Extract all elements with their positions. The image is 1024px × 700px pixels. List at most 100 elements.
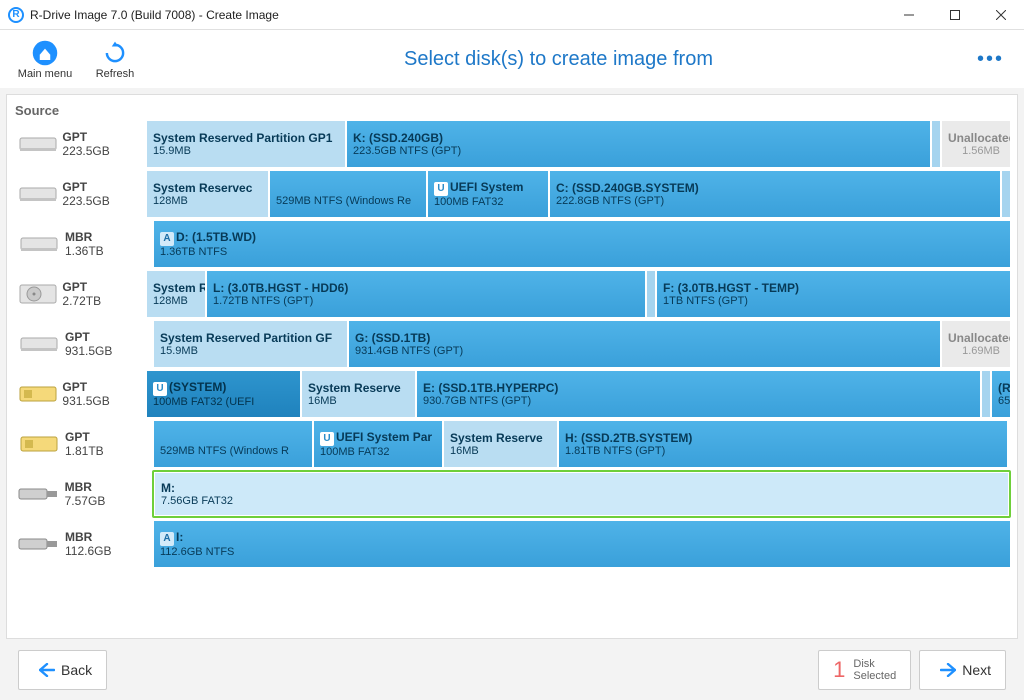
partition[interactable]: 529MB NTFS (Windows R <box>153 420 313 468</box>
partition[interactable]: System Reser128MB <box>146 270 206 318</box>
partition[interactable]: UUEFI System Par100MB FAT32 <box>313 420 443 468</box>
disk-row[interactable]: MBR112.6GBAI:112.6GB NTFS <box>13 520 1011 568</box>
disk-icon <box>13 520 65 568</box>
back-label: Back <box>61 662 92 678</box>
toolbar: Main menu Refresh Select disk(s) to crea… <box>0 30 1024 88</box>
partition[interactable]: G: (SSD.1TB)931.4GB NTFS (GPT) <box>348 320 941 368</box>
disk-meta: MBR7.57GB <box>65 470 152 518</box>
partition[interactable]: L: (3.0TB.HGST - HDD6)1.72TB NTFS (GPT) <box>206 270 646 318</box>
partition-badge: A <box>160 532 174 546</box>
disk-icon <box>13 370 62 418</box>
partition-gap <box>646 270 656 318</box>
partition-title: System Reserve <box>308 381 409 395</box>
arrow-right-icon <box>940 663 956 677</box>
partition-title: System Reservec <box>153 181 262 195</box>
partition-strip: System Reservec128MB 529MB NTFS (Windows… <box>146 170 1011 218</box>
disk-size: 2.72TB <box>62 294 146 308</box>
partition[interactable]: Unallocated1.69MB <box>941 320 1011 368</box>
partition[interactable]: System Reserved Partition GF15.9MB <box>153 320 348 368</box>
selected-l1: Disk <box>853 658 874 670</box>
partition-title: M: <box>161 481 1002 495</box>
partition-strip: System Reser128MBL: (3.0TB.HGST - HDD6)1… <box>146 270 1011 318</box>
partition-subtitle: 100MB FAT32 (UEFI <box>153 396 294 408</box>
partition-subtitle: 16MB <box>450 445 551 457</box>
partition-subtitle: 931.4GB NTFS (GPT) <box>355 345 934 357</box>
partition[interactable]: System Reserved Partition GP115.9MB <box>146 120 346 168</box>
partition-gap <box>931 120 941 168</box>
partition[interactable]: (Recovery)650MB NTFS (Windows <box>991 370 1011 418</box>
disk-size: 7.57GB <box>65 494 152 508</box>
disk-scheme: MBR <box>65 230 153 244</box>
disk-meta: GPT223.5GB <box>62 170 146 218</box>
partition[interactable]: AD: (1.5TB.WD)1.36TB NTFS <box>153 220 1011 268</box>
partition[interactable]: System Reserve16MB <box>443 420 558 468</box>
main-menu-button[interactable]: Main menu <box>10 39 80 80</box>
minimize-button[interactable] <box>886 0 932 30</box>
partition[interactable]: System Reservec128MB <box>146 170 269 218</box>
partition[interactable]: F: (3.0TB.HGST - TEMP)1TB NTFS (GPT) <box>656 270 1011 318</box>
partition-title: U(SYSTEM) <box>153 380 294 396</box>
partition-title: G: (SSD.1TB) <box>355 331 934 345</box>
footer: Back 1 Disk Selected Next <box>0 645 1024 695</box>
partition-title: UUEFI System <box>434 180 542 196</box>
partition-strip: AI:112.6GB NTFS <box>153 520 1011 568</box>
disk-meta: GPT1.81TB <box>65 420 153 468</box>
disk-size: 223.5GB <box>62 144 146 158</box>
partition-title: System Reserved Partition GF <box>160 331 341 345</box>
disk-scheme: GPT <box>62 130 146 144</box>
disk-scheme: GPT <box>62 380 146 394</box>
disk-scheme: GPT <box>62 180 146 194</box>
partition-subtitle: 1.72TB NTFS (GPT) <box>213 295 639 307</box>
source-panel: Source GPT223.5GBSystem Reserved Partiti… <box>6 94 1018 639</box>
partition[interactable]: 529MB NTFS (Windows Re <box>269 170 427 218</box>
partition[interactable]: E: (SSD.1TB.HYPERPC)930.7GB NTFS (GPT) <box>416 370 981 418</box>
window-controls <box>886 0 1024 30</box>
partition[interactable]: System Reserve16MB <box>301 370 416 418</box>
partition-subtitle: 112.6GB NTFS <box>160 546 1004 558</box>
disk-meta: GPT2.72TB <box>62 270 146 318</box>
partition-badge: U <box>320 432 334 446</box>
disk-icon <box>13 320 65 368</box>
refresh-button[interactable]: Refresh <box>80 39 150 80</box>
page-title: Select disk(s) to create image from <box>150 48 967 71</box>
disk-row[interactable]: MBR1.36TBAD: (1.5TB.WD)1.36TB NTFS <box>13 220 1011 268</box>
partition[interactable]: K: (SSD.240GB)223.5GB NTFS (GPT) <box>346 120 931 168</box>
disk-meta: GPT931.5GB <box>62 370 146 418</box>
partition-title: AI: <box>160 530 1004 546</box>
disk-size: 931.5GB <box>65 344 153 358</box>
partition-badge: U <box>153 382 167 396</box>
back-button[interactable]: Back <box>18 650 107 690</box>
partition-badge: U <box>434 182 448 196</box>
partition-strip: U(SYSTEM)100MB FAT32 (UEFISystem Reserve… <box>146 370 1011 418</box>
partition[interactable]: C: (SSD.240GB.SYSTEM)222.8GB NTFS (GPT) <box>549 170 1001 218</box>
disk-row[interactable]: GPT2.72TBSystem Reser128MBL: (3.0TB.HGST… <box>13 270 1011 318</box>
disk-size: 1.36TB <box>65 244 153 258</box>
disk-row[interactable]: GPT1.81TB 529MB NTFS (Windows RUUEFI Sys… <box>13 420 1011 468</box>
partition-strip: System Reserved Partition GP115.9MBK: (S… <box>146 120 1011 168</box>
close-button[interactable] <box>978 0 1024 30</box>
disk-row[interactable]: GPT931.5GBU(SYSTEM)100MB FAT32 (UEFISyst… <box>13 370 1011 418</box>
home-icon <box>31 39 59 67</box>
partition-title: L: (3.0TB.HGST - HDD6) <box>213 281 639 295</box>
disk-row[interactable]: MBR7.57GBM:7.56GB FAT32 <box>13 470 1011 518</box>
next-button[interactable]: Next <box>919 650 1006 690</box>
partition-title <box>160 431 306 445</box>
partition[interactable]: UUEFI System100MB FAT32 <box>427 170 549 218</box>
partition-strip: M:7.56GB FAT32 <box>152 470 1011 518</box>
partition-subtitle: 15.9MB <box>153 145 339 157</box>
more-button[interactable]: ••• <box>967 48 1014 71</box>
partition[interactable]: H: (SSD.2TB.SYSTEM)1.81TB NTFS (GPT) <box>558 420 1008 468</box>
maximize-button[interactable] <box>932 0 978 30</box>
partition[interactable]: Unallocated1.56MB <box>941 120 1011 168</box>
partition[interactable]: AI:112.6GB NTFS <box>153 520 1011 568</box>
partition-subtitle: 1.56MB <box>948 145 1000 157</box>
partition[interactable]: U(SYSTEM)100MB FAT32 (UEFI <box>146 370 301 418</box>
disk-row[interactable]: GPT223.5GBSystem Reservec128MB 529MB NTF… <box>13 170 1011 218</box>
selected-l2: Selected <box>853 670 896 682</box>
disk-row[interactable]: GPT931.5GBSystem Reserved Partition GF15… <box>13 320 1011 368</box>
window-title: R-Drive Image 7.0 (Build 7008) - Create … <box>30 8 279 22</box>
disk-meta: MBR112.6GB <box>65 520 153 568</box>
partition[interactable]: M:7.56GB FAT32 <box>154 472 1009 516</box>
partition-gap <box>981 370 991 418</box>
disk-row[interactable]: GPT223.5GBSystem Reserved Partition GP11… <box>13 120 1011 168</box>
